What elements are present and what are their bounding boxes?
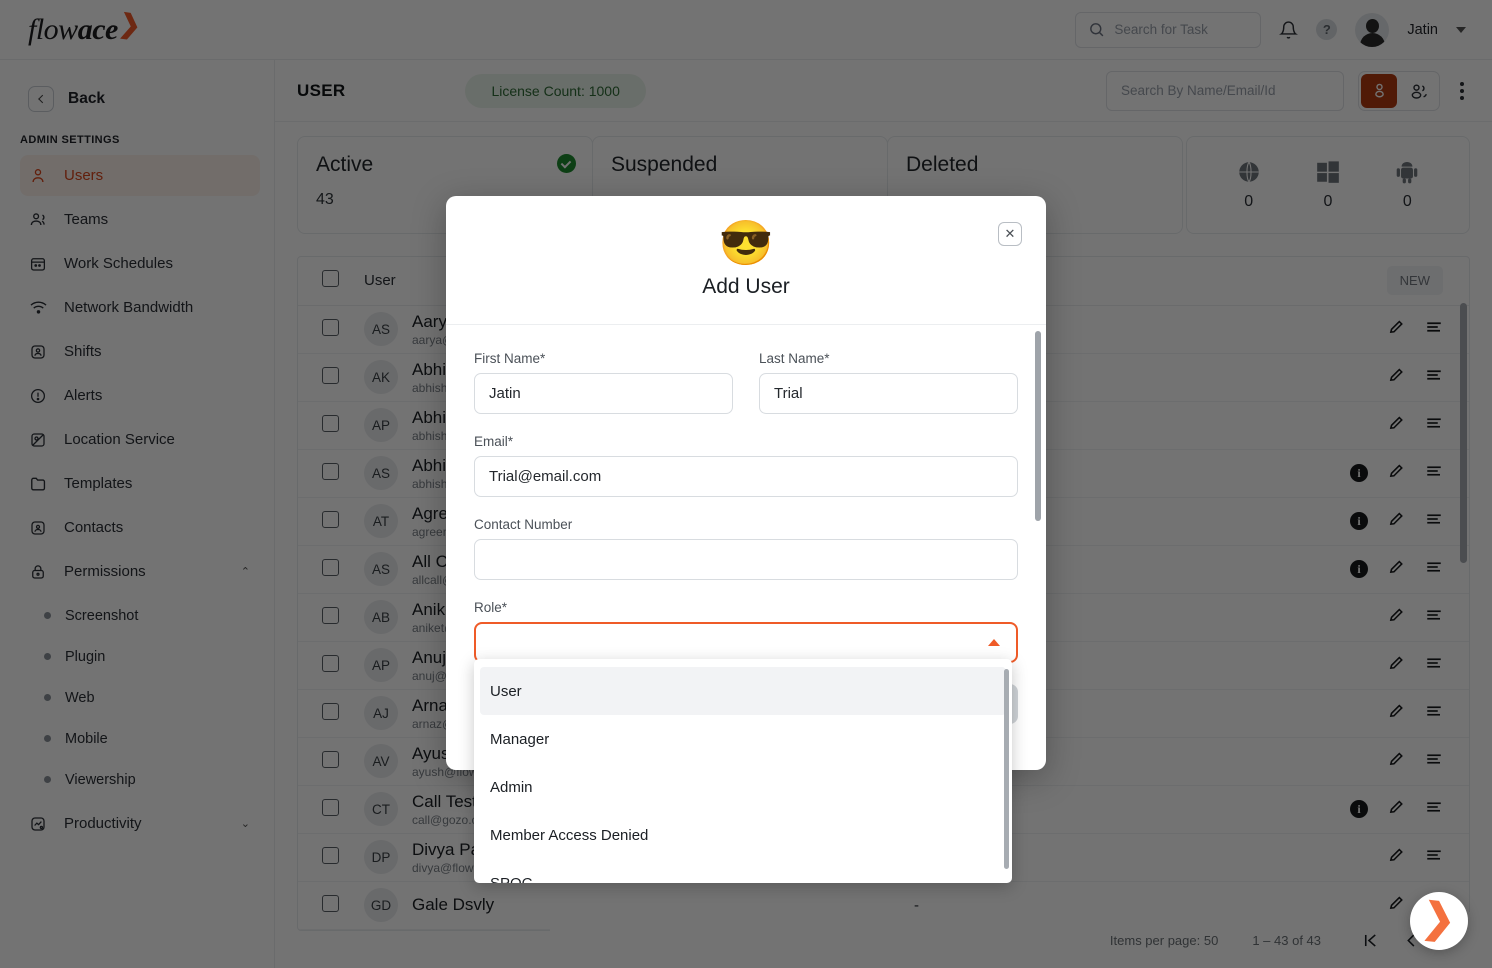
role-group: Role*: [474, 600, 1018, 663]
first-name-field[interactable]: [474, 373, 733, 414]
contact-number-group: Contact Number: [474, 517, 1018, 580]
role-label: Role*: [474, 600, 508, 615]
email-group: Email*: [474, 434, 1018, 497]
role-option-list: User Manager Admin Member Access Denied SPOC: [474, 667, 1012, 883]
modal-title: Add User: [702, 274, 790, 298]
last-name-field[interactable]: [759, 373, 1018, 414]
flowace-chat-icon: ❯: [1419, 893, 1459, 943]
role-select[interactable]: [474, 622, 1018, 663]
modal-scrollbar[interactable]: [1035, 331, 1041, 521]
close-icon[interactable]: ✕: [998, 222, 1022, 246]
contact-number-label: Contact Number: [474, 517, 573, 532]
last-name-label: Last Name*: [759, 351, 830, 366]
role-dropdown-panel: User Manager Admin Member Access Denied SPOC: [474, 659, 1012, 883]
role-option[interactable]: SPOC: [474, 859, 1012, 884]
sunglasses-emoji-icon: 😎: [718, 218, 774, 268]
chevron-up-icon: [988, 639, 1000, 646]
first-name-group: First Name*: [474, 351, 733, 414]
name-row: First Name* Last Name*: [474, 351, 1018, 434]
email-label: Email*: [474, 434, 514, 449]
role-option[interactable]: Admin: [474, 763, 1012, 811]
first-name-label: First Name*: [474, 351, 546, 366]
email-field[interactable]: [474, 456, 1018, 497]
chat-support-button[interactable]: ❯: [1410, 892, 1468, 950]
role-option[interactable]: Manager: [474, 715, 1012, 763]
last-name-group: Last Name*: [759, 351, 1018, 414]
role-option[interactable]: User: [480, 667, 1006, 715]
contact-number-field[interactable]: [474, 539, 1018, 580]
role-option[interactable]: Member Access Denied: [474, 811, 1012, 859]
dropdown-scrollbar[interactable]: [1004, 669, 1009, 869]
modal-header: 😎 Add User ✕: [446, 196, 1046, 325]
